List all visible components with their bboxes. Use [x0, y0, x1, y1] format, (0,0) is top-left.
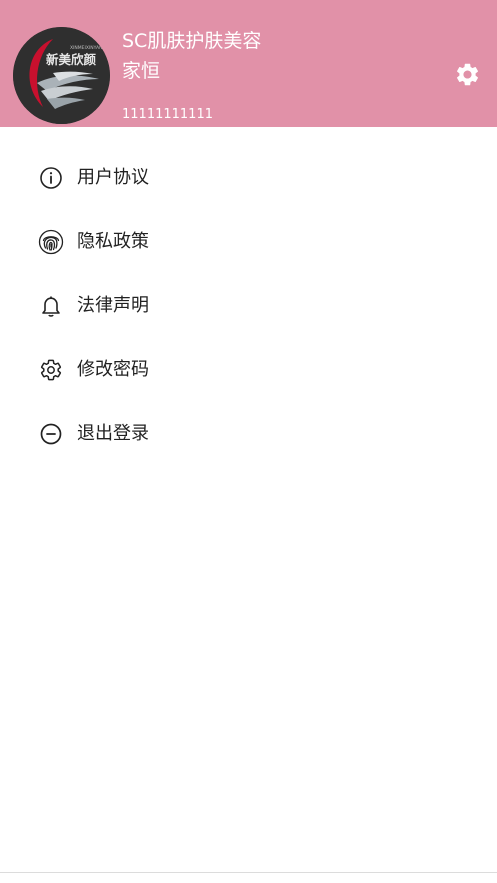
menu-item-user-agreement[interactable]: 用户协议: [0, 146, 497, 210]
fingerprint-icon: [38, 229, 64, 255]
info-circle-icon: [38, 165, 64, 191]
avatar-logo-text: 新美欣颜: [46, 52, 97, 67]
phone-number: 11111111111: [122, 107, 213, 122]
menu-item-logout[interactable]: 退出登录: [0, 402, 497, 466]
profile-header: XINMEIXINYAN 新美欣颜 SC肌肤护肤美容 家恒 1111111111…: [0, 0, 497, 127]
user-name: 家恒: [122, 60, 161, 82]
svg-text:XINMEIXINYAN: XINMEIXINYAN: [70, 45, 102, 51]
avatar[interactable]: XINMEIXINYAN 新美欣颜: [13, 27, 110, 124]
minus-circle-icon: [38, 421, 64, 447]
gear-outline-icon: [38, 357, 64, 383]
avatar-logo-image: XINMEIXINYAN 新美欣颜: [13, 27, 110, 124]
menu-item-label: 修改密码: [77, 359, 149, 380]
drawer-menu: 用户协议 隐私政策 法律声明 修改密码 退出登录: [0, 127, 497, 466]
settings-button[interactable]: [453, 60, 482, 89]
menu-item-label: 法律声明: [77, 295, 149, 316]
menu-item-label: 隐私政策: [77, 231, 149, 252]
menu-item-privacy-policy[interactable]: 隐私政策: [0, 210, 497, 274]
menu-item-change-password[interactable]: 修改密码: [0, 338, 497, 402]
shop-name: SC肌肤护肤美容: [122, 30, 262, 52]
menu-item-label: 用户协议: [77, 167, 149, 188]
drawer-page: XINMEIXINYAN 新美欣颜 SC肌肤护肤美容 家恒 1111111111…: [0, 0, 497, 883]
gear-icon: [456, 63, 479, 86]
menu-item-legal-statement[interactable]: 法律声明: [0, 274, 497, 338]
menu-item-label: 退出登录: [77, 423, 149, 444]
bottom-divider: [0, 872, 497, 873]
bell-icon: [38, 293, 64, 319]
